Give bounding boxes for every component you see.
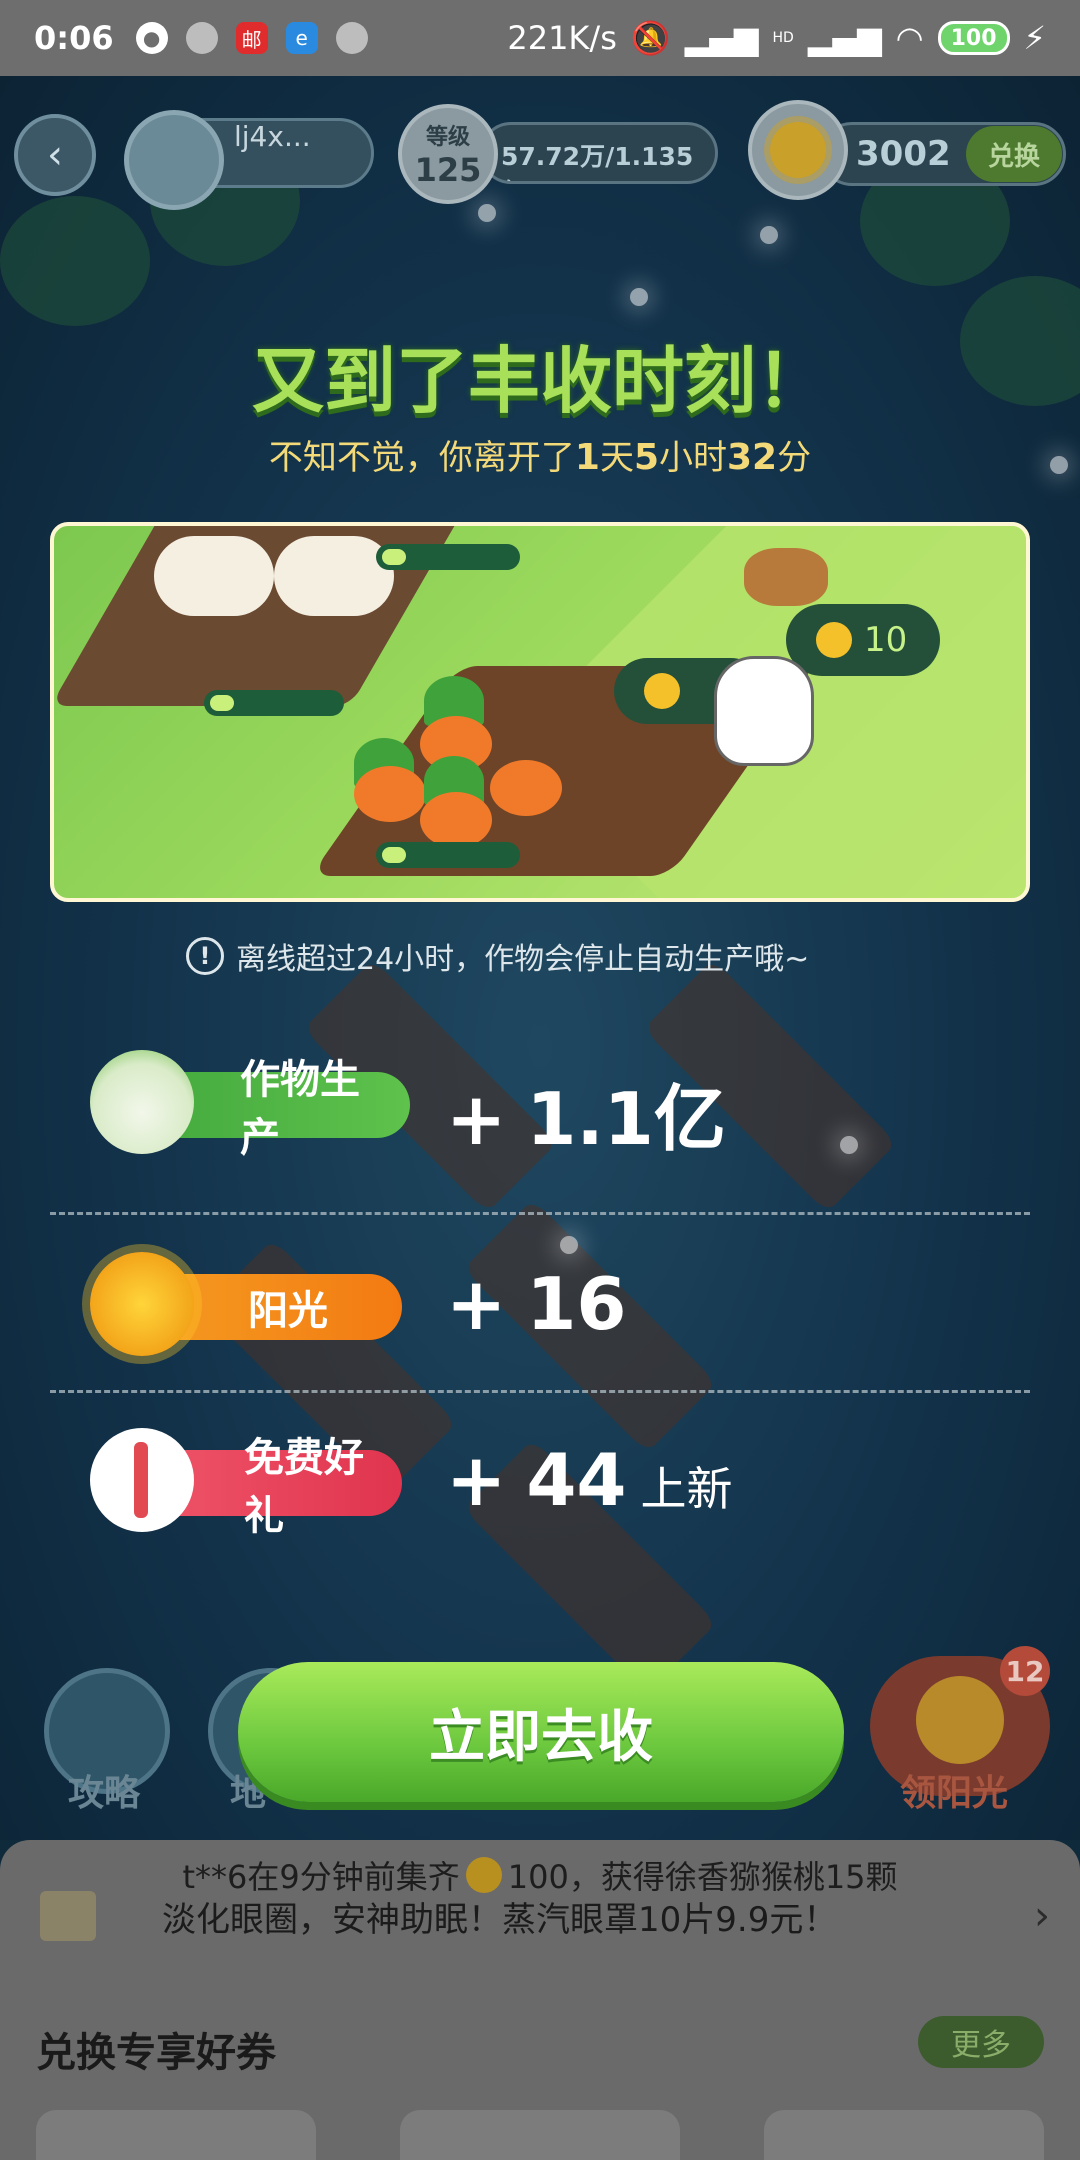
reward-row-gifts: 免费好礼 +44 上新 [90,1424,1040,1539]
sparkle [478,204,496,222]
carrot [354,766,426,822]
xp-text: 57.72万/1.135亿 [501,142,694,181]
wechat-icon: ● [135,22,168,54]
more-button[interactable]: 更多 [918,2016,1044,2068]
guide-label: 攻略 [68,1773,141,1814]
away-minutes-unit: 分 [777,438,812,478]
sunshine-amount: +16 [446,1262,627,1346]
chevron-left-icon: ‹ [47,132,63,178]
circle-app-icon-2 [335,22,368,54]
crop-progress-bar [376,544,520,570]
away-days: 1 [574,437,600,478]
signal-icon-2: ▂▄▆ [807,19,882,57]
xp-progress-bar: 57.72万/1.135亿 [480,122,718,184]
exclamation-icon: ! [186,937,224,975]
level-label: 等级 [425,125,470,150]
status-bar: 0:06 ● 邮 e 221K/s 🔕 ▂▄▆ HD ▂▄▆ ◠ 100 ⚡ [0,0,1080,76]
sun-icon [816,622,852,658]
offline-warning: ! 离线超过24小时，作物会停止自动生产哦~ [186,934,809,978]
away-minutes: 32 [727,437,778,478]
harvest-illustration: 10 [50,522,1030,902]
avatar[interactable] [124,110,224,210]
coupon-card[interactable] [400,2110,680,2160]
reward-bubble: 10 [786,604,940,676]
away-duration-text: 不知不觉，你离开了1天5小时32分 [0,430,1080,479]
exchange-button[interactable]: 兑换 [966,126,1062,182]
notification-badge: 12 [1000,1646,1050,1696]
harvest-headline: 又到了丰收时刻！ [251,339,828,423]
circle-app-icon [185,22,218,54]
sheep-progress-bar [204,690,344,716]
reward-row-crops: 作物生产 +1.1亿 [90,1046,1040,1161]
username: lj4x... [234,120,311,153]
promo-text: 淡化眼圈，安神助眠！蒸汽眼罩10片9.9元！ [162,1899,838,1940]
radish-icon [90,1050,194,1154]
sheep [274,536,394,616]
collect-sunshine-label: 领阳光 [900,1773,1009,1814]
chevron-right-icon: › [1034,1893,1050,1939]
tree-decoration [0,196,150,326]
away-days-unit: 天 [599,438,634,478]
signal-icon: ▂▄▆ [684,19,759,57]
carrot [420,792,492,848]
new-tag: 上新 [640,1462,733,1516]
sunshine-count: 3002 [856,134,951,174]
reward-row-sunshine: 阳光 +16 [90,1248,1040,1358]
wifi-icon: ◠ [895,19,924,57]
promo-thumbnail [40,1891,96,1941]
sparkle [760,226,778,244]
level-badge[interactable]: 等级 125 [398,104,498,204]
sun-icon [916,1676,1004,1764]
divider [50,1390,1030,1393]
browser-icon: e [285,22,318,54]
status-time: 0:06 [34,19,114,57]
promo-banner[interactable]: 淡化眼圈，安神助眠！蒸汽眼罩10片9.9元！ › [40,1884,1050,1948]
sun-icon [770,122,826,178]
coupon-card[interactable] [764,2110,1044,2160]
reward-bubble-value: 10 [864,620,908,660]
pointing-hand-icon [714,656,814,766]
sun-icon [644,673,680,709]
harvest-now-button[interactable]: 立即去收 [238,1662,844,1802]
away-hours: 5 [633,437,659,478]
carrot [490,760,562,816]
carrot-progress-bar [376,842,520,868]
charging-icon: ⚡ [1023,19,1046,57]
battery-indicator: 100 [937,21,1010,55]
crop-production-amount: +1.1亿 [446,1077,726,1161]
network-speed: 221K/s [507,19,617,57]
level-number: 125 [414,151,482,189]
coupon-card[interactable] [36,2110,316,2160]
back-button[interactable]: ‹ [14,114,96,196]
section-title: 兑换专享好券 [36,2030,276,2076]
sparkle [630,288,648,306]
sunshine-badge [748,100,848,200]
offline-warning-text: 离线超过24小时，作物会停止自动生产哦~ [236,942,810,977]
away-hours-unit: 小时 [659,438,727,478]
tree-stump [744,548,828,606]
postal-app-icon: 邮 [235,22,268,54]
lipstick-icon [90,1428,194,1532]
sheep [154,536,274,616]
hd-label: HD [772,30,794,46]
divider [50,1212,1030,1215]
sun-icon [90,1252,194,1356]
away-prefix: 不知不觉，你离开了 [268,438,575,478]
mute-bell-icon: 🔕 [630,19,671,57]
free-gift-amount: +44 上新 [446,1438,733,1522]
